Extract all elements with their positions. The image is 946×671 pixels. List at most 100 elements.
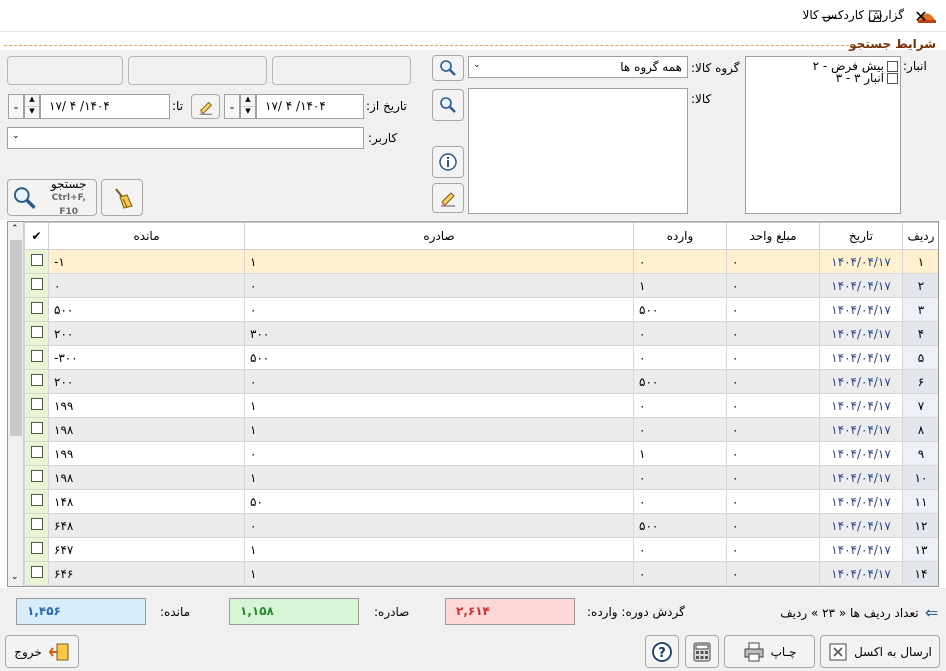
minimize-button[interactable]: — (806, 0, 852, 32)
date-cell: ۱۴۰۴/۰۴/۱۷ (819, 489, 903, 514)
table-row[interactable]: ۰ ۰ ۱ ۰ ۱۴۰۴/۰۴/۱۷ ۲ (24, 273, 938, 298)
row-checkbox[interactable] (30, 278, 43, 290)
date-cell: ۱۴۰۴/۰۴/۱۷ (819, 561, 903, 586)
kardex-grid[interactable]: ⌃ ⌄ ✔ مانده صادره وارده مبلغ واحد تاریخ … (7, 221, 939, 587)
balance-cell: ۱۴۸ (48, 489, 245, 514)
section-title: شرایط جستجو (849, 37, 936, 51)
table-row[interactable]: ۲۰۰ ۳۰۰ ۰ ۰ ۱۴۰۴/۰۴/۱۷ ۴ (24, 321, 938, 346)
row-checkbox[interactable] (30, 302, 43, 314)
magnifier-icon (440, 97, 456, 113)
exit-button[interactable]: خروج (5, 635, 79, 668)
date-cell: ۱۴۰۴/۰۴/۱۷ (819, 297, 903, 322)
print-button[interactable]: چـاپ (724, 635, 815, 668)
row-checkbox-cell (24, 273, 49, 298)
table-row[interactable]: ۱۹۸ ۱ ۰ ۰ ۱۴۰۴/۰۴/۱۷ ۸ (24, 417, 938, 442)
group-search-button[interactable] (432, 55, 464, 81)
row-checkbox-cell (24, 465, 49, 490)
column-header-incoming[interactable]: وارده (633, 222, 727, 250)
warehouse-list[interactable]: بیش فرض - ۲ انبار ۳ - ۳ (745, 56, 901, 214)
table-row[interactable]: ۱۹۹ ۱ ۰ ۰ ۱۴۰۴/۰۴/۱۷ ۷ (24, 393, 938, 418)
row-checkbox[interactable] (30, 470, 43, 482)
row-checkbox[interactable] (30, 254, 43, 266)
outgoing-cell: ۱ (244, 249, 634, 274)
balance-label: مانده: (160, 605, 191, 619)
row-checkbox[interactable] (30, 494, 43, 506)
row-checkbox[interactable] (30, 374, 43, 386)
balance-cell: ۶۴۸ (48, 513, 245, 538)
table-row[interactable]: -۳۰۰ ۵۰۰ ۰ ۰ ۱۴۰۴/۰۴/۱۷ ۵ (24, 345, 938, 370)
balance-cell: ۶۴۷ (48, 537, 245, 562)
column-header-unit-price[interactable]: مبلغ واحد (726, 222, 820, 250)
warehouse-item-2[interactable]: انبار ۳ - ۳ (836, 71, 898, 85)
balance-cell: -۱ (48, 249, 245, 274)
table-row[interactable]: ۱۹۹ ۰ ۱ ۰ ۱۴۰۴/۰۴/۱۷ ۹ (24, 441, 938, 466)
table-row[interactable]: ۶۴۷ ۱ ۰ ۰ ۱۴۰۴/۰۴/۱۷ ۱۳ (24, 537, 938, 562)
scroll-up-icon[interactable]: ⌃ (11, 224, 19, 234)
column-header-balance[interactable]: مانده (48, 222, 245, 250)
row-number-cell: ۲ (902, 273, 938, 298)
unit-price-cell: ۰ (726, 297, 820, 322)
info-button[interactable] (432, 146, 464, 178)
row-checkbox[interactable] (30, 350, 43, 362)
eraser-icon (199, 101, 212, 115)
table-row[interactable]: ۶۴۸ ۰ ۵۰۰ ۰ ۱۴۰۴/۰۴/۱۷ ۱۲ (24, 513, 938, 538)
table-row[interactable]: ۲۰۰ ۰ ۵۰۰ ۰ ۱۴۰۴/۰۴/۱۷ ۶ (24, 369, 938, 394)
warehouse-checkbox-1[interactable] (887, 60, 898, 72)
calendar-dropdown-icon[interactable]: ⌄ (224, 94, 240, 119)
date-to-input[interactable]: ۱۴۰۴/ ۴ /۱۷ (40, 94, 170, 119)
scroll-thumb[interactable] (10, 240, 22, 436)
row-number-cell: ۹ (902, 441, 938, 466)
table-row[interactable]: ۵۰۰ ۰ ۵۰۰ ۰ ۱۴۰۴/۰۴/۱۷ ۳ (24, 297, 938, 322)
search-icon (13, 186, 36, 209)
date-clear-button[interactable] (191, 94, 220, 119)
warehouse-checkbox-2[interactable] (887, 72, 898, 84)
column-header-date[interactable]: تاریخ (819, 222, 903, 250)
item-clear-button[interactable] (432, 183, 464, 213)
column-header-outgoing[interactable]: صادره (244, 222, 634, 250)
date-to-picker[interactable]: ⌄ ▲ ▼ ۱۴۰۴/ ۴ /۱۷ (8, 94, 170, 119)
export-excel-button[interactable]: ارسال به اکسل (820, 635, 940, 668)
calendar-dropdown-icon[interactable]: ⌄ (8, 94, 24, 119)
blank-box-1 (7, 56, 123, 85)
vertical-scrollbar[interactable]: ⌃ ⌄ (8, 222, 24, 586)
row-count: ⇒ تعداد ردیف ها « ۲۳ » ردیف (780, 603, 938, 622)
row-checkbox[interactable] (30, 518, 43, 530)
section-divider (4, 45, 854, 46)
row-checkbox[interactable] (30, 326, 43, 338)
clear-filters-button[interactable] (101, 179, 143, 216)
row-checkbox[interactable] (30, 542, 43, 554)
date-cell: ۱۴۰۴/۰۴/۱۷ (819, 537, 903, 562)
row-checkbox-cell (24, 417, 49, 442)
table-row[interactable]: -۱ ۱ ۰ ۰ ۱۴۰۴/۰۴/۱۷ ۱ (24, 249, 938, 274)
date-from-picker[interactable]: ⌄ ▲ ▼ ۱۴۰۴/ ۴ /۱۷ (224, 94, 364, 119)
balance-cell: ۱۹۹ (48, 441, 245, 466)
incoming-cell: ۰ (633, 345, 727, 370)
table-row[interactable]: ۱۹۸ ۱ ۰ ۰ ۱۴۰۴/۰۴/۱۷ ۱۰ (24, 465, 938, 490)
maximize-button[interactable]: ☐ (852, 0, 898, 32)
table-row[interactable]: ۶۴۶ ۱ ۰ ۰ ۱۴۰۴/۰۴/۱۷ ۱۴ (24, 561, 938, 586)
item-list[interactable] (468, 88, 688, 214)
column-header-row-number[interactable]: ردیف (902, 222, 938, 250)
calculator-button[interactable] (685, 635, 719, 668)
date-from-spinner[interactable]: ▲ ▼ (240, 94, 256, 119)
row-number-cell: ۱۲ (902, 513, 938, 538)
date-from-input[interactable]: ۱۴۰۴/ ۴ /۱۷ (256, 94, 364, 119)
date-from-label: تاریخ از: (366, 99, 407, 113)
close-button[interactable]: ✕ (898, 0, 944, 32)
date-to-spinner[interactable]: ▲ ▼ (24, 94, 40, 119)
item-search-button[interactable] (432, 89, 464, 121)
table-row[interactable]: ۱۴۸ ۵۰ ۰ ۰ ۱۴۰۴/۰۴/۱۷ ۱۱ (24, 489, 938, 514)
scroll-down-icon[interactable]: ⌄ (11, 572, 19, 582)
group-select[interactable]: همه گروه ها ⌄ (468, 56, 688, 78)
row-checkbox[interactable] (30, 422, 43, 434)
outgoing-label: صادره: (374, 605, 410, 619)
search-button[interactable]: جستجو Ctrl+F, F10 (7, 177, 97, 217)
row-checkbox[interactable] (30, 446, 43, 458)
incoming-cell: ۰ (633, 249, 727, 274)
user-select[interactable]: ⌄ (7, 127, 364, 149)
date-cell: ۱۴۰۴/۰۴/۱۷ (819, 465, 903, 490)
column-header-check[interactable]: ✔ (24, 222, 49, 250)
row-checkbox[interactable] (30, 398, 43, 410)
row-checkbox[interactable] (30, 566, 43, 578)
help-button[interactable]: ? (645, 635, 679, 668)
